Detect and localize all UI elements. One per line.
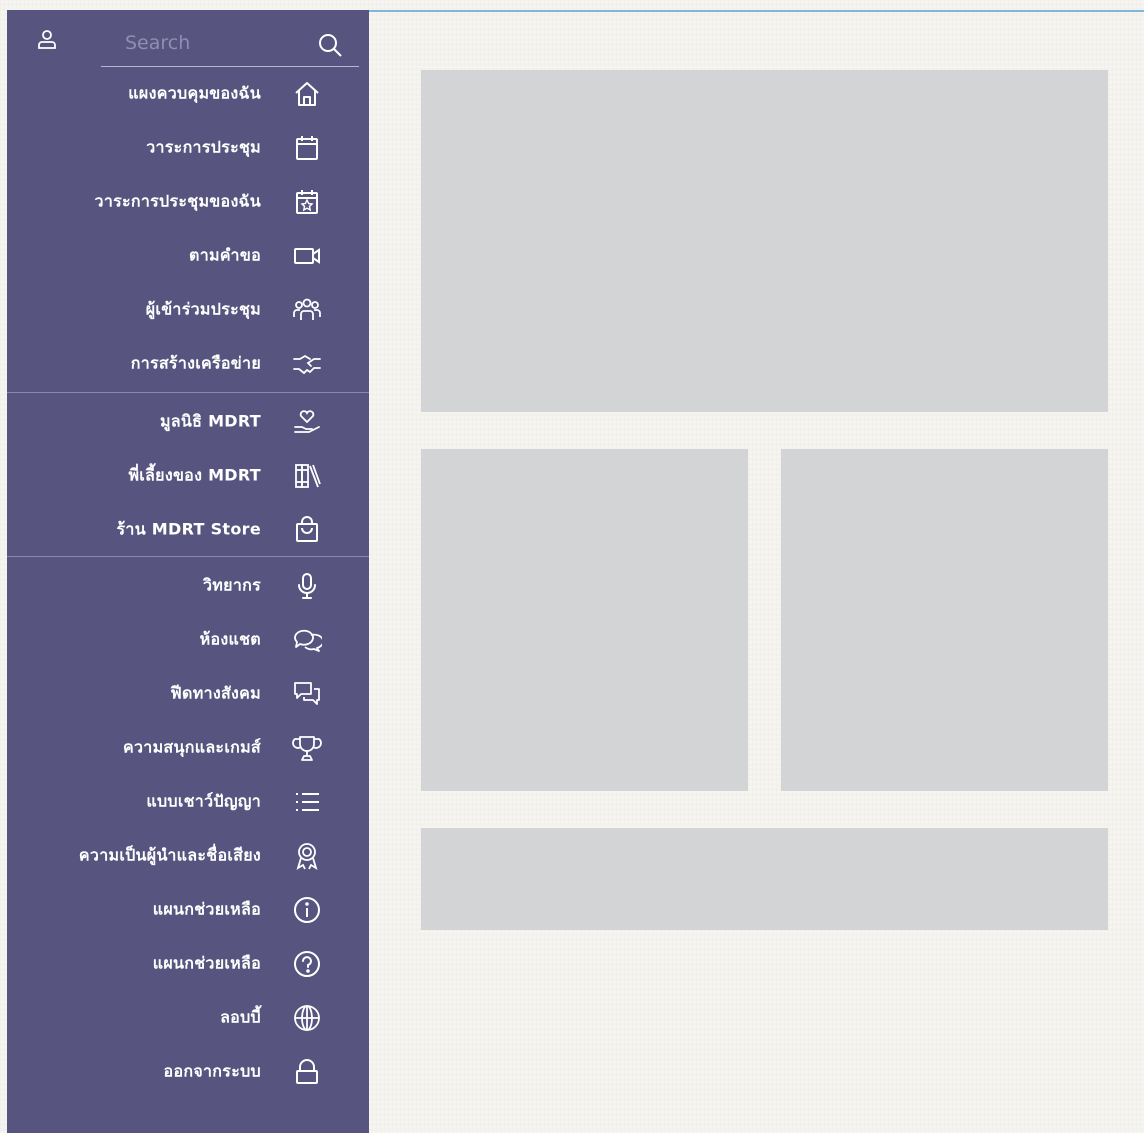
chat-icon bbox=[292, 625, 322, 655]
info-icon bbox=[292, 895, 322, 925]
menu-item-label: ตามคำขอ bbox=[189, 245, 261, 265]
menu-item-networking[interactable]: การสร้างเครือข่าย bbox=[7, 339, 369, 389]
heart-hand-icon bbox=[292, 407, 322, 437]
menu-item-quiz[interactable]: แบบเชาว์ปัญญา bbox=[7, 777, 369, 827]
video-camera-icon bbox=[292, 241, 322, 271]
menu-item-label: มูลนิธิ MDRT bbox=[159, 411, 261, 431]
menu-item-fun-and-games[interactable]: ความสนุกและเกมส์ bbox=[7, 723, 369, 773]
list-icon bbox=[292, 787, 322, 817]
menu-item-label: วาระการประชุม bbox=[146, 137, 261, 157]
top-accent-line bbox=[369, 10, 1144, 12]
menu-item-social-feed[interactable]: ฟีดทางสังคม bbox=[7, 669, 369, 719]
menu-item-lobby[interactable]: ลอบบี้ bbox=[7, 993, 369, 1043]
menu-item-label: ฟีดทางสังคม bbox=[170, 683, 261, 703]
people-group-icon bbox=[292, 295, 322, 325]
menu-item-label: วาระการประชุมของฉัน bbox=[94, 191, 261, 211]
content-placeholder-top bbox=[421, 70, 1108, 412]
shopping-bag-icon bbox=[292, 515, 322, 545]
menu-item-label: แผนกช่วยเหลือ bbox=[152, 953, 261, 973]
search-icon[interactable] bbox=[317, 32, 343, 58]
menu-item-help-desk[interactable]: แผนกช่วยเหลือ bbox=[7, 939, 369, 989]
sidebar: แผงควบคุมของฉัน วาระการประชุม วาระการประ… bbox=[7, 10, 369, 1133]
search-input[interactable] bbox=[101, 24, 325, 62]
menu-item-mdrt-mentor[interactable]: พี่เลี้ยงของ MDRT bbox=[7, 451, 369, 501]
menu-item-mdrt-foundation[interactable]: มูลนิธิ MDRT bbox=[7, 397, 369, 447]
menu-item-attendees[interactable]: ผู้เข้าร่วมประชุม bbox=[7, 285, 369, 335]
calendar-star-icon bbox=[292, 187, 322, 217]
chat-bubbles-icon bbox=[292, 679, 322, 709]
trophy-icon bbox=[292, 733, 322, 763]
menu-item-label: พี่เลี้ยงของ MDRT bbox=[128, 465, 261, 485]
menu-item-label: ลอบบี้ bbox=[220, 1007, 261, 1027]
menu-item-label: ร้าน MDRT Store bbox=[116, 519, 261, 539]
search-bar bbox=[101, 24, 359, 67]
books-icon bbox=[292, 461, 322, 491]
menu-item-leadership[interactable]: ความเป็นผู้นำและชื่อเสียง bbox=[7, 831, 369, 881]
menu-item-logout[interactable]: ออกจากระบบ bbox=[7, 1047, 369, 1097]
user-icon[interactable] bbox=[35, 28, 59, 52]
home-icon bbox=[292, 79, 322, 109]
menu-item-label: การสร้างเครือข่าย bbox=[130, 353, 261, 373]
menu-item-label: ความสนุกและเกมส์ bbox=[123, 737, 261, 757]
menu-item-label: แผนกช่วยเหลือ bbox=[152, 899, 261, 919]
menu-item-label: ห้องแชต bbox=[199, 629, 261, 649]
menu-item-agenda[interactable]: วาระการประชุม bbox=[7, 123, 369, 173]
menu-item-dashboard[interactable]: แผงควบคุมของฉัน bbox=[7, 69, 369, 119]
menu-item-chat-room[interactable]: ห้องแชต bbox=[7, 615, 369, 665]
menu-item-label: แผงควบคุมของฉัน bbox=[128, 83, 261, 103]
content-placeholder-left bbox=[421, 449, 748, 791]
menu-item-help-desk-info[interactable]: แผนกช่วยเหลือ bbox=[7, 885, 369, 935]
menu-item-label: วิทยากร bbox=[203, 575, 261, 595]
handshake-icon bbox=[292, 349, 322, 379]
calendar-icon bbox=[292, 133, 322, 163]
lock-icon bbox=[292, 1057, 322, 1087]
globe-icon bbox=[292, 1003, 322, 1033]
menu-divider bbox=[7, 556, 369, 557]
menu-item-on-demand[interactable]: ตามคำขอ bbox=[7, 231, 369, 281]
question-icon bbox=[292, 949, 322, 979]
menu-item-label: ออกจากระบบ bbox=[163, 1061, 261, 1081]
microphone-icon bbox=[292, 571, 322, 601]
menu-item-my-agenda[interactable]: วาระการประชุมของฉัน bbox=[7, 177, 369, 227]
content-placeholder-right bbox=[781, 449, 1108, 791]
content-placeholder-bottom bbox=[421, 828, 1108, 930]
menu-item-label: ความเป็นผู้นำและชื่อเสียง bbox=[78, 845, 261, 865]
menu-divider bbox=[7, 392, 369, 393]
menu-item-label: แบบเชาว์ปัญญา bbox=[146, 791, 261, 811]
menu-item-label: ผู้เข้าร่วมประชุม bbox=[145, 299, 261, 319]
menu-item-mdrt-store[interactable]: ร้าน MDRT Store bbox=[7, 505, 369, 555]
menu-item-speakers[interactable]: วิทยากร bbox=[7, 561, 369, 611]
award-ribbon-icon bbox=[292, 841, 322, 871]
